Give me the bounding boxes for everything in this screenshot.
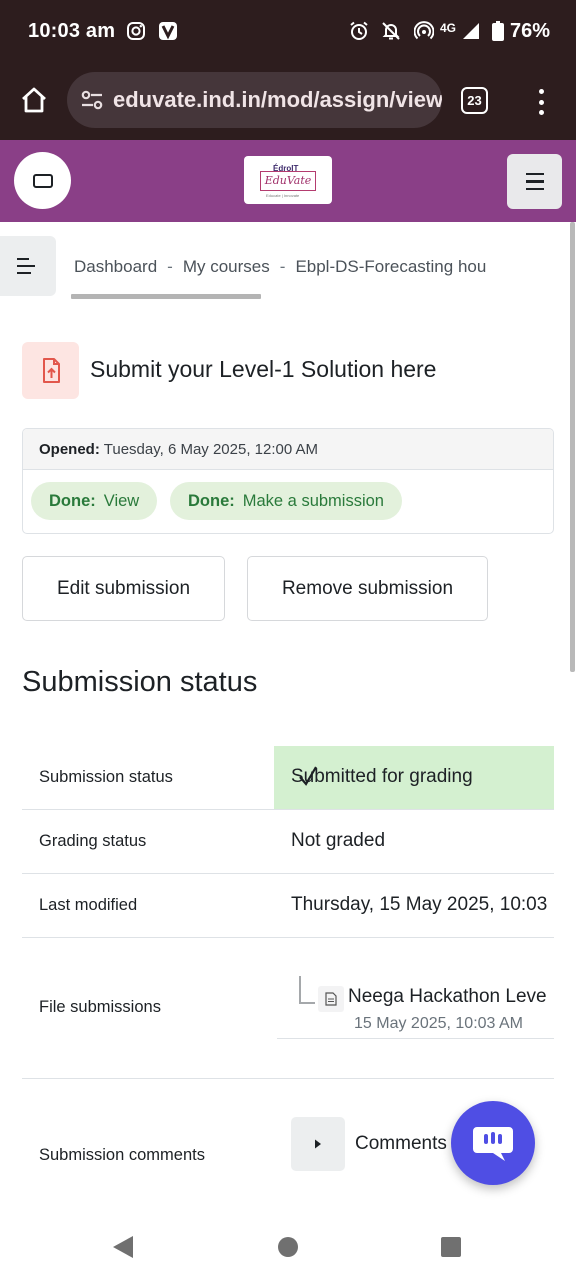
remove-submission-button[interactable]: Remove submission: [247, 556, 488, 621]
table-row: Last modified Thursday, 15 May 2025, 10:…: [22, 874, 554, 938]
document-icon: [318, 986, 344, 1012]
row-value: Submitted for grading: [291, 766, 473, 787]
completion-label: Make a submission: [242, 492, 384, 510]
row-value: Thursday, 15 May 2025, 10:03: [291, 894, 548, 915]
url-text: eduvate.ind.in/mod/assign/view: [113, 87, 442, 112]
comments-link[interactable]: Comments: [355, 1133, 447, 1155]
course-index-button[interactable]: [0, 236, 56, 296]
completion-status: Done:: [49, 492, 96, 510]
page-scrollbar[interactable]: [570, 222, 575, 672]
logo-sub-text: Educate | Innovate: [266, 193, 300, 198]
opened-value: Tuesday, 6 May 2025, 12:00 AM: [103, 441, 319, 458]
row-value: Not graded: [291, 830, 386, 851]
battery-level: 76%: [510, 20, 551, 42]
vivaldi-icon: [158, 20, 178, 42]
breadcrumb-course[interactable]: Ebpl-DS-Forecasting hou: [295, 257, 486, 276]
drawer-icon: [32, 173, 53, 188]
site-header: ÉdroIT EduVate Educate | Innovate: [0, 140, 576, 222]
breadcrumb-my-courses[interactable]: My courses: [183, 257, 270, 276]
recent-apps-icon[interactable]: [441, 1237, 461, 1257]
opened-date: Opened: Tuesday, 6 May 2025, 12:00 AM: [23, 429, 553, 470]
more-options-icon[interactable]: [529, 86, 553, 118]
hamburger-menu-icon[interactable]: [507, 154, 562, 209]
breadcrumb-scroll-indicator: [71, 294, 261, 299]
file-submission-item: Neega Hackathon Leve 15 May 2025, 10:03 …: [277, 972, 554, 1039]
row-label: Submission status: [39, 768, 173, 786]
completion-badge-view: Done: View: [31, 482, 158, 520]
table-row: Grading status Not graded: [22, 810, 554, 874]
notifications-off-icon: [381, 20, 401, 42]
instagram-icon: [126, 20, 146, 42]
file-link[interactable]: Neega Hackathon Leve: [348, 986, 547, 1008]
home-icon: [22, 87, 46, 113]
expand-comments-button[interactable]: [291, 1117, 345, 1171]
alarm-icon: [349, 20, 369, 42]
breadcrumb-separator: -: [167, 257, 173, 276]
assignment-upload-icon: [22, 342, 79, 399]
row-label: Grading status: [39, 832, 147, 850]
page-title: Submit your Level-1 Solution here: [90, 356, 437, 382]
opened-label: Opened:: [39, 441, 100, 458]
browser-toolbar: eduvate.ind.in/mod/assign/view 23: [0, 62, 576, 140]
file-date: 15 May 2025, 10:03 AM: [354, 1015, 523, 1032]
completion-label: View: [103, 492, 140, 510]
system-navigation-bar: [0, 1214, 576, 1280]
open-drawer-button[interactable]: [14, 152, 71, 209]
back-icon[interactable]: [113, 1236, 133, 1258]
section-heading: Submission status: [22, 666, 258, 698]
breadcrumb-separator: -: [279, 257, 286, 276]
home-circle-icon[interactable]: [278, 1237, 298, 1257]
tree-connector: [299, 976, 315, 1004]
completion-status: Done:: [188, 492, 235, 510]
signal-icon: [462, 20, 480, 42]
breadcrumb: Dashboard - My courses - Ebpl-DS-Forecasting…: [74, 257, 564, 277]
edit-submission-button[interactable]: Edit submission: [22, 556, 225, 621]
play-icon: [315, 1139, 321, 1149]
submission-status-value: Submitted for grading: [274, 746, 554, 809]
logo-main-text: EduVate: [260, 171, 316, 191]
row-label: Last modified: [39, 896, 138, 914]
status-bar: 10:03 am 4G 76%: [0, 0, 576, 62]
activity-dates-panel: Opened: Tuesday, 6 May 2025, 12:00 AM Do…: [22, 428, 554, 534]
hotspot-icon: [414, 20, 434, 42]
address-bar[interactable]: eduvate.ind.in/mod/assign/view: [67, 72, 442, 128]
chat-bubble-icon: [473, 1127, 513, 1161]
row-label: Submission comments: [39, 1146, 205, 1164]
network-type: 4G: [440, 21, 457, 35]
chat-button[interactable]: [451, 1101, 535, 1185]
row-label: File submissions: [39, 998, 161, 1016]
site-logo[interactable]: ÉdroIT EduVate Educate | Innovate: [244, 156, 332, 204]
clock: 10:03 am: [28, 20, 116, 42]
site-settings-icon[interactable]: [79, 87, 105, 113]
battery-icon: [492, 20, 504, 42]
completion-badge-submission: Done: Make a submission: [170, 482, 402, 520]
tab-switcher-button[interactable]: 23: [461, 87, 488, 114]
home-button[interactable]: [14, 80, 54, 120]
breadcrumb-dashboard[interactable]: Dashboard: [74, 257, 157, 276]
